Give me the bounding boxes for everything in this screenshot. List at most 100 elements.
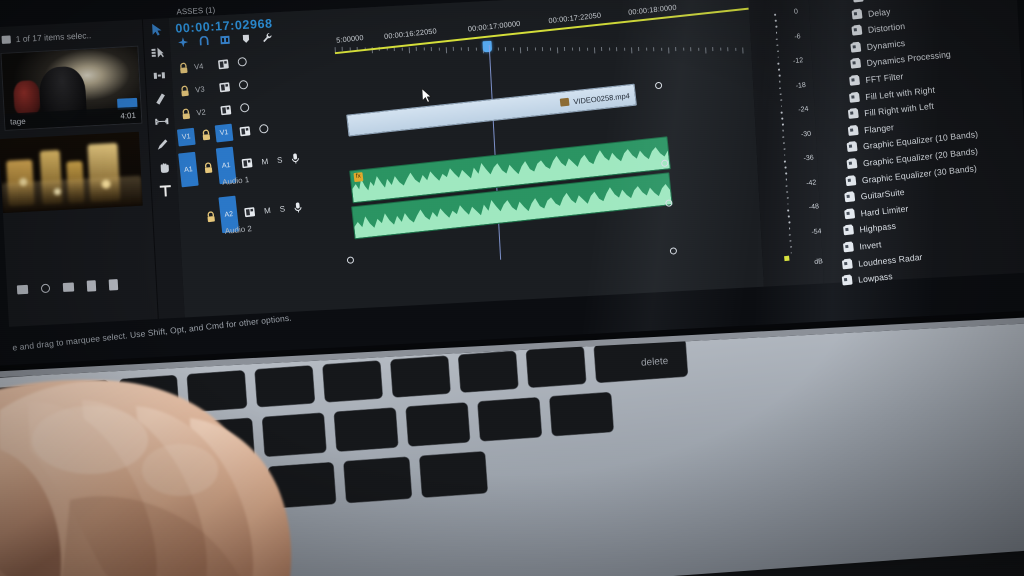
new-item-icon[interactable] <box>86 279 97 292</box>
delete-icon[interactable] <box>108 278 119 291</box>
track-visibility-toggle[interactable] <box>239 102 250 113</box>
track-select-forward-tool[interactable] <box>150 45 166 60</box>
marker-icon[interactable] <box>241 34 252 45</box>
meter-tick <box>788 221 791 224</box>
effect-icon <box>852 9 863 20</box>
meter-tick <box>784 160 786 163</box>
effect-icon <box>842 259 853 270</box>
slip-tool[interactable] <box>153 114 169 129</box>
meter-tick <box>774 13 777 16</box>
hand-tool[interactable] <box>156 160 172 175</box>
meter-tick <box>774 19 777 22</box>
sync-lock-icon[interactable] <box>181 108 191 120</box>
search-icon[interactable] <box>40 283 51 293</box>
sync-lock-icon[interactable] <box>179 62 189 74</box>
effect-label: Flanger <box>863 121 894 135</box>
meter-tick <box>789 245 792 248</box>
mouse-cursor <box>421 88 432 103</box>
target-track-v1[interactable]: V1 <box>214 123 234 143</box>
effect-icon <box>847 125 859 136</box>
new-bin-icon[interactable] <box>62 281 75 292</box>
effect-label: Delay <box>867 5 892 18</box>
sequence-tab-label[interactable]: ASSES (1) <box>176 6 215 17</box>
effect-icon <box>844 209 855 220</box>
keyframe-handle[interactable] <box>346 256 355 264</box>
clip-thumbnail-secondary[interactable] <box>0 131 143 214</box>
meter-tick <box>784 172 787 175</box>
effect-label: Loudness Radar <box>857 250 924 268</box>
effect-icon <box>851 25 863 36</box>
meter-scale-label: -42 <box>805 178 817 187</box>
timeline-panel[interactable]: ASSES (1) 00:00:17:02968 5:00000 00:00:1… <box>168 0 764 318</box>
meter-tick <box>781 123 784 126</box>
track-lock-toggle-icon[interactable] <box>217 58 229 69</box>
source-patch-v1[interactable]: V1 <box>176 127 196 147</box>
meter-tick <box>780 99 782 101</box>
clip-thumbnail[interactable]: tage 4:01 <box>0 45 143 131</box>
clip-type-icon <box>560 97 570 107</box>
settings-wrench-icon[interactable] <box>262 33 273 44</box>
timeline-clips[interactable]: VIDEO0258.mp4 fx <box>337 27 763 279</box>
ripple-edit-tool[interactable] <box>151 68 167 83</box>
meter-tick <box>784 166 787 169</box>
mute-button-a1[interactable]: M <box>261 156 269 166</box>
effects-panel[interactable]: DeHummer Delay Distortion DynamicsDynamics … <box>807 0 1024 286</box>
list-view-icon[interactable] <box>16 284 29 294</box>
meter-tick <box>782 141 785 144</box>
timeline-button-row[interactable] <box>178 33 272 48</box>
track-visibility-toggle[interactable] <box>237 56 248 67</box>
effect-icon <box>850 42 862 53</box>
effect-label: Dynamics <box>866 37 906 52</box>
audio-effects-list[interactable]: DeHummer Delay Distortion DynamicsDynamics … <box>808 0 1024 286</box>
meter-tick <box>780 111 783 114</box>
track-lock-toggle-icon[interactable] <box>219 81 231 92</box>
meter-tick <box>777 62 780 65</box>
track-visibility-toggle[interactable] <box>238 79 249 90</box>
effect-icon <box>848 109 859 120</box>
meter-tick <box>777 56 779 58</box>
razor-tool[interactable] <box>152 91 168 106</box>
track-lock-toggle-icon[interactable] <box>239 125 251 136</box>
effect-icon <box>848 92 860 103</box>
meter-tick <box>779 93 782 95</box>
meter-level-bar <box>784 255 790 262</box>
thumbnail-duration: 4:01 <box>120 110 137 121</box>
effect-icon <box>849 75 861 86</box>
keyframe-handle[interactable] <box>654 81 663 90</box>
project-panel[interactable]: 1 of 17 items selec.. tage 4:01 <box>0 19 159 327</box>
ruler-label: 5:00000 <box>335 32 365 45</box>
sync-lock-icon[interactable] <box>201 129 211 141</box>
project-panel-footer[interactable] <box>11 273 158 299</box>
meter-scale-label: -36 <box>803 154 815 163</box>
type-tool[interactable] <box>157 183 173 198</box>
effect-icon <box>846 159 857 170</box>
thumbnail-name: tage <box>9 116 26 127</box>
track-headers[interactable]: V4 V3 V2 V1 V1 A1 A1 M S Audio 1 A2 M S … <box>171 49 349 288</box>
meter-tick <box>783 153 786 156</box>
solo-button-a2[interactable]: S <box>279 204 285 214</box>
meter-tick <box>782 136 785 138</box>
pen-tool[interactable] <box>155 137 171 152</box>
effect-list-item[interactable]: Lowpass <box>841 267 893 289</box>
nest-icon[interactable] <box>178 37 189 48</box>
video-clip[interactable]: VIDEO0258.mp4 <box>346 83 637 137</box>
effect-icon <box>845 175 857 186</box>
snap-icon[interactable] <box>199 35 210 47</box>
mute-button-a2[interactable]: M <box>264 205 272 215</box>
meter-tick <box>790 251 793 254</box>
linked-selection-icon[interactable] <box>220 35 231 46</box>
meter-tick <box>783 147 786 150</box>
solo-button-a1[interactable]: S <box>277 155 283 165</box>
keyframe-handle[interactable] <box>665 199 673 207</box>
meter-tick <box>779 87 782 89</box>
effect-badge-icon[interactable]: fx <box>353 172 364 183</box>
effect-label: Dynamics Processing <box>865 48 952 68</box>
delete-key-label: delete <box>641 356 669 369</box>
effect-label: Highpass <box>859 220 897 235</box>
selection-tool[interactable] <box>149 22 165 37</box>
track-lock-toggle-icon[interactable] <box>220 104 232 115</box>
track-visibility-toggle[interactable] <box>258 123 269 134</box>
effect-icon <box>843 225 855 236</box>
keyframe-handle[interactable] <box>669 247 678 255</box>
sync-lock-icon[interactable] <box>180 85 190 97</box>
